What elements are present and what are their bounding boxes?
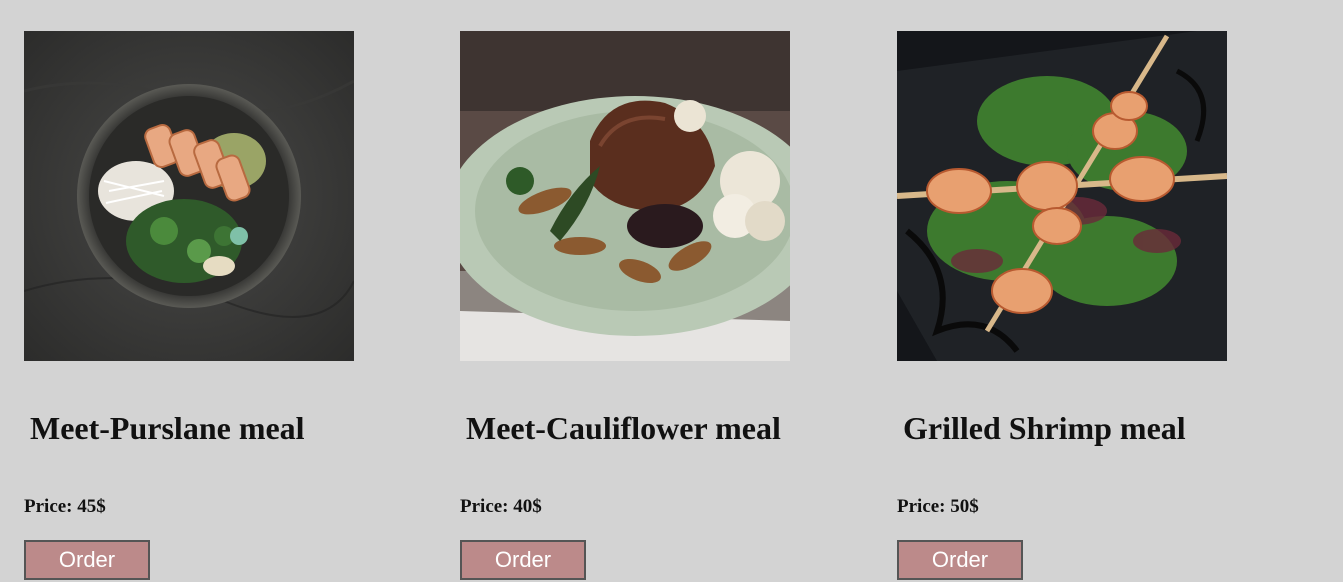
- meal-title: Meet-Purslane meal: [30, 410, 305, 446]
- order-button[interactable]: Order: [897, 540, 1023, 580]
- meal-title: Grilled Shrimp meal: [903, 410, 1186, 446]
- meal-title: Meet-Cauliflower meal: [466, 410, 781, 446]
- meal-photo-salmon-bowl: [24, 31, 354, 361]
- meal-card: Meet-Cauliflower meal Price: 40$ Order: [460, 31, 800, 580]
- meal-photo-shrimp-skewer: [897, 31, 1227, 361]
- meal-card: Grilled Shrimp meal Price: 50$ Order: [897, 31, 1237, 580]
- meal-price: Price: 40$: [460, 496, 542, 517]
- order-button[interactable]: Order: [460, 540, 586, 580]
- order-button[interactable]: Order: [24, 540, 150, 580]
- meal-price: Price: 45$: [24, 496, 106, 517]
- meal-photo-steak-plate: [460, 31, 790, 361]
- meal-price: Price: 50$: [897, 496, 979, 517]
- meal-card: Meet-Purslane meal Price: 45$ Order: [24, 31, 364, 580]
- meal-grid: Meet-Purslane meal Price: 45$ Order Meet…: [0, 0, 1343, 582]
